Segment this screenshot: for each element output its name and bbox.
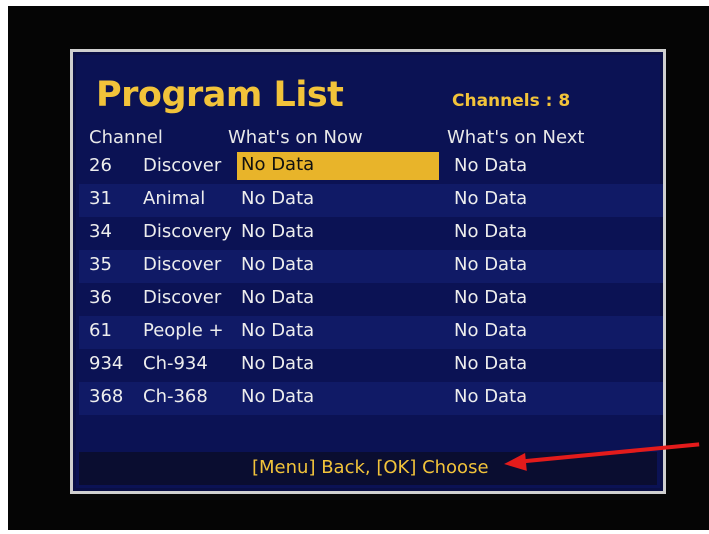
- program-row[interactable]: 26 Discover No Data No Data: [79, 151, 663, 184]
- next-program-cell[interactable]: No Data: [454, 287, 527, 308]
- next-program-cell[interactable]: No Data: [454, 353, 527, 374]
- footer-hint: [Menu] Back, [OK] Choose: [252, 457, 489, 478]
- program-row[interactable]: 61 People + No Data No Data: [79, 316, 663, 349]
- now-playing-cell[interactable]: No Data: [241, 221, 314, 242]
- channel-number: 31: [89, 188, 112, 209]
- program-row[interactable]: 368 Ch-368 No Data No Data: [79, 382, 663, 415]
- channel-number: 368: [89, 386, 124, 407]
- channel-name: People +: [143, 320, 224, 341]
- now-playing-cell[interactable]: No Data: [241, 188, 314, 209]
- column-header-now: What's on Now: [228, 127, 363, 148]
- arrowhead-icon: [503, 452, 527, 474]
- program-rows: 26 Discover No Data No Data 31 Animal No…: [79, 151, 663, 415]
- now-playing-cell[interactable]: No Data: [241, 353, 314, 374]
- channels-count: Channels : 8: [452, 91, 571, 111]
- now-playing-cell[interactable]: No Data: [241, 386, 314, 407]
- program-row[interactable]: 934 Ch-934 No Data No Data: [79, 349, 663, 382]
- channel-name: Discover: [143, 254, 222, 275]
- next-program-cell[interactable]: No Data: [454, 254, 527, 275]
- next-program-cell[interactable]: No Data: [454, 155, 527, 176]
- channel-name: Discover: [143, 287, 222, 308]
- now-playing-cell[interactable]: No Data: [241, 320, 314, 341]
- program-row[interactable]: 35 Discover No Data No Data: [79, 250, 663, 283]
- program-row[interactable]: 36 Discover No Data No Data: [79, 283, 663, 316]
- column-header-channel: Channel: [89, 127, 163, 148]
- channel-number: 61: [89, 320, 112, 341]
- next-program-cell[interactable]: No Data: [454, 221, 527, 242]
- next-program-cell[interactable]: No Data: [454, 188, 527, 209]
- column-header-next: What's on Next: [447, 127, 585, 148]
- now-playing-cell[interactable]: No Data: [241, 287, 314, 308]
- channel-number: 34: [89, 221, 112, 242]
- panel-body: Program List Channels : 8 Channel What's…: [76, 55, 663, 488]
- program-row[interactable]: 34 Discovery No Data No Data: [79, 217, 663, 250]
- channel-number: 26: [89, 155, 112, 176]
- channel-name: Ch-368: [143, 386, 208, 407]
- channel-name: Discover: [143, 155, 222, 176]
- program-list-panel: Program List Channels : 8 Channel What's…: [70, 49, 666, 494]
- next-program-cell[interactable]: No Data: [454, 386, 527, 407]
- now-playing-cell-selected[interactable]: No Data: [237, 152, 439, 180]
- channel-name: Discovery: [143, 221, 232, 242]
- next-program-cell[interactable]: No Data: [454, 320, 527, 341]
- now-playing-cell[interactable]: No Data: [241, 254, 314, 275]
- channel-number: 934: [89, 353, 124, 374]
- channel-number: 35: [89, 254, 112, 275]
- page-title: Program List: [96, 75, 344, 115]
- channel-number: 36: [89, 287, 112, 308]
- channel-name: Ch-934: [143, 353, 208, 374]
- channel-name: Animal: [143, 188, 206, 209]
- program-row[interactable]: 31 Animal No Data No Data: [79, 184, 663, 217]
